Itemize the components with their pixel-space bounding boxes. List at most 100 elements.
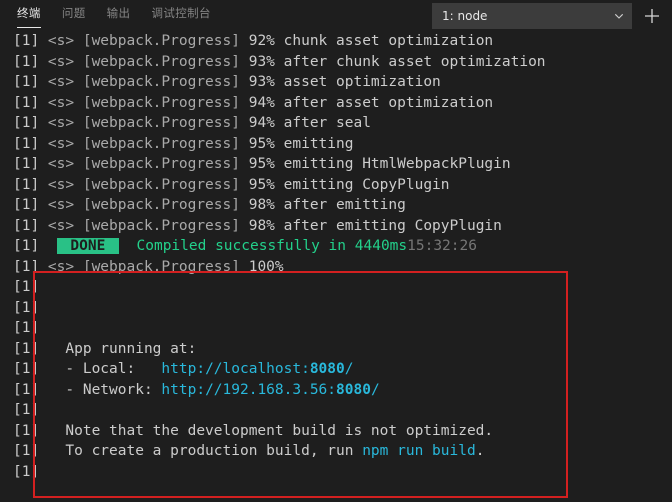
url-trailing-slash: / <box>344 361 354 377</box>
terminal-selector-dropdown[interactable]: 1: node <box>432 3 632 29</box>
terminal-line-prefix: [1] <box>13 279 48 295</box>
webpack-tag: <s> <box>47 115 83 131</box>
terminal-line-prefix: [1] <box>13 299 48 316</box>
webpack-tag: <s> <box>47 258 83 275</box>
terminal-line: [1] Note that the development build is n… <box>0 421 672 442</box>
terminal-line-prefix: [1] <box>13 238 48 254</box>
webpack-label: [webpack.Progress] <box>82 115 249 131</box>
terminal-line: [1] - Network: http://192.168.3.56:8080/ <box>0 380 672 401</box>
webpack-progress-text: 94% after seal <box>248 115 371 131</box>
url-label: - Local: <box>47 361 162 377</box>
terminal-output[interactable]: [1] <s> [webpack.Progress] 92% chunk ass… <box>0 31 672 502</box>
chevron-down-icon <box>613 10 625 22</box>
compile-success-message: Compiled successfully in 4440ms <box>119 238 408 254</box>
tab-output[interactable]: 输出 <box>107 0 131 31</box>
webpack-label: [webpack.Progress] <box>82 135 249 152</box>
terminal-line-prefix: [1] <box>13 156 48 172</box>
tab-output-label: 输出 <box>106 6 131 20</box>
url-port: 8080 <box>336 381 371 398</box>
url-label: - Network: <box>47 381 162 398</box>
terminal-line-prefix: [1] <box>13 361 48 377</box>
webpack-label: [webpack.Progress] <box>82 258 249 275</box>
webpack-tag: <s> <box>47 53 83 70</box>
webpack-label: [webpack.Progress] <box>82 33 249 49</box>
terminal-line: [1] DONE Compiled successfully in 4440ms… <box>0 236 672 257</box>
done-badge: DONE <box>56 238 120 254</box>
terminal-line: [1] - Local: http://localhost:8080/ <box>0 359 672 380</box>
terminal-line: [1] <box>0 462 672 483</box>
terminal-line: [1] <s> [webpack.Progress] 100% <box>0 257 672 278</box>
terminal-line: [1] <s> [webpack.Progress] 93% asset opt… <box>0 72 672 93</box>
tab-terminal-label: 终端 <box>17 6 41 20</box>
tab-debug-console-label: 调试控制台 <box>151 6 211 20</box>
tab-problems[interactable]: 问题 <box>62 0 86 31</box>
terminal-line-prefix: [1] <box>13 217 48 234</box>
webpack-progress-text: 100% <box>248 258 284 275</box>
terminal-line: [1] <s> [webpack.Progress] 94% after sea… <box>0 113 672 134</box>
terminal-line: [1] <box>0 298 672 319</box>
terminal-line: [1] <s> [webpack.Progress] 92% chunk ass… <box>0 31 672 52</box>
terminal-line: [1] <box>0 277 672 298</box>
webpack-label: [webpack.Progress] <box>82 217 249 234</box>
terminal-line-prefix: [1] <box>13 402 48 418</box>
terminal-line-prefix: [1] <box>13 258 48 275</box>
webpack-label: [webpack.Progress] <box>82 156 249 172</box>
webpack-label: [webpack.Progress] <box>82 94 249 111</box>
webpack-tag: <s> <box>47 156 83 172</box>
webpack-progress-text: 95% emitting CopyPlugin <box>248 176 450 193</box>
terminal-line-prefix: [1] <box>13 135 48 152</box>
terminal-line-prefix: [1] <box>13 381 48 398</box>
url-link: http://localhost: <box>161 361 310 377</box>
url-trailing-slash: / <box>370 381 380 398</box>
webpack-label: [webpack.Progress] <box>82 197 249 213</box>
webpack-progress-text: 93% asset optimization <box>248 74 441 90</box>
webpack-label: [webpack.Progress] <box>82 74 249 90</box>
terminal-line: [1] To create a production build, run np… <box>0 441 672 462</box>
terminal-line: [1] <box>0 318 672 339</box>
terminal-line-prefix: [1] <box>13 463 48 480</box>
terminal-text: Note that the development build is not o… <box>47 422 494 439</box>
terminal-line-prefix: [1] <box>13 33 48 49</box>
tab-problems-label: 问题 <box>61 6 86 20</box>
url-port: 8080 <box>309 361 345 377</box>
terminal-line: [1] <s> [webpack.Progress] 98% after emi… <box>0 195 672 216</box>
terminal-line-prefix: [1] <box>13 176 48 193</box>
build-command: npm run build <box>362 443 476 459</box>
terminal-text: To create a production build, run <box>47 443 363 459</box>
webpack-tag: <s> <box>47 74 83 90</box>
webpack-tag: <s> <box>47 217 83 234</box>
url-link: http://192.168.3.56: <box>161 381 337 398</box>
terminal-line-prefix: [1] <box>13 197 48 213</box>
webpack-progress-text: 98% after emitting <box>248 197 406 213</box>
terminal-text: . <box>475 443 485 459</box>
terminal-line-prefix: [1] <box>13 115 48 131</box>
tab-terminal[interactable]: 终端 <box>17 0 41 31</box>
plus-icon <box>643 7 661 25</box>
terminal-line-prefix: [1] <box>13 320 48 336</box>
tab-debug-console[interactable]: 调试控制台 <box>151 0 211 31</box>
webpack-progress-text: 92% chunk asset optimization <box>248 33 494 49</box>
compile-timestamp: 15:32:26 <box>407 238 477 254</box>
terminal-line-prefix: [1] <box>13 53 48 70</box>
webpack-progress-text: 98% after emitting CopyPlugin <box>248 217 502 234</box>
panel-tab-list: 终端 问题 输出 调试控制台 <box>0 0 232 31</box>
terminal-line: [1] <box>0 400 672 421</box>
terminal-line: [1] <s> [webpack.Progress] 93% after chu… <box>0 52 672 73</box>
webpack-progress-text: 95% emitting HtmlWebpackPlugin <box>248 156 511 172</box>
webpack-tag: <s> <box>47 135 83 152</box>
webpack-tag: <s> <box>47 33 83 49</box>
terminal-selector-value: 1: node <box>442 9 488 23</box>
terminal-line: [1] <s> [webpack.Progress] 94% after ass… <box>0 93 672 114</box>
terminal-line-prefix: [1] <box>13 74 48 90</box>
new-terminal-button[interactable] <box>632 0 672 31</box>
terminal-line: [1] <s> [webpack.Progress] 98% after emi… <box>0 216 672 237</box>
terminal-line-prefix: [1] <box>13 443 48 459</box>
terminal-line: [1] <s> [webpack.Progress] 95% emitting <box>0 134 672 155</box>
terminal-line-prefix: [1] <box>13 422 48 439</box>
terminal-line: [1] <s> [webpack.Progress] 95% emitting … <box>0 154 672 175</box>
webpack-progress-text: 93% after chunk asset optimization <box>248 53 546 70</box>
terminal-line-prefix: [1] <box>13 340 48 357</box>
terminal-text: App running at: <box>47 340 197 357</box>
panel-header-actions: 1: node <box>432 0 672 31</box>
webpack-tag: <s> <box>47 94 83 111</box>
